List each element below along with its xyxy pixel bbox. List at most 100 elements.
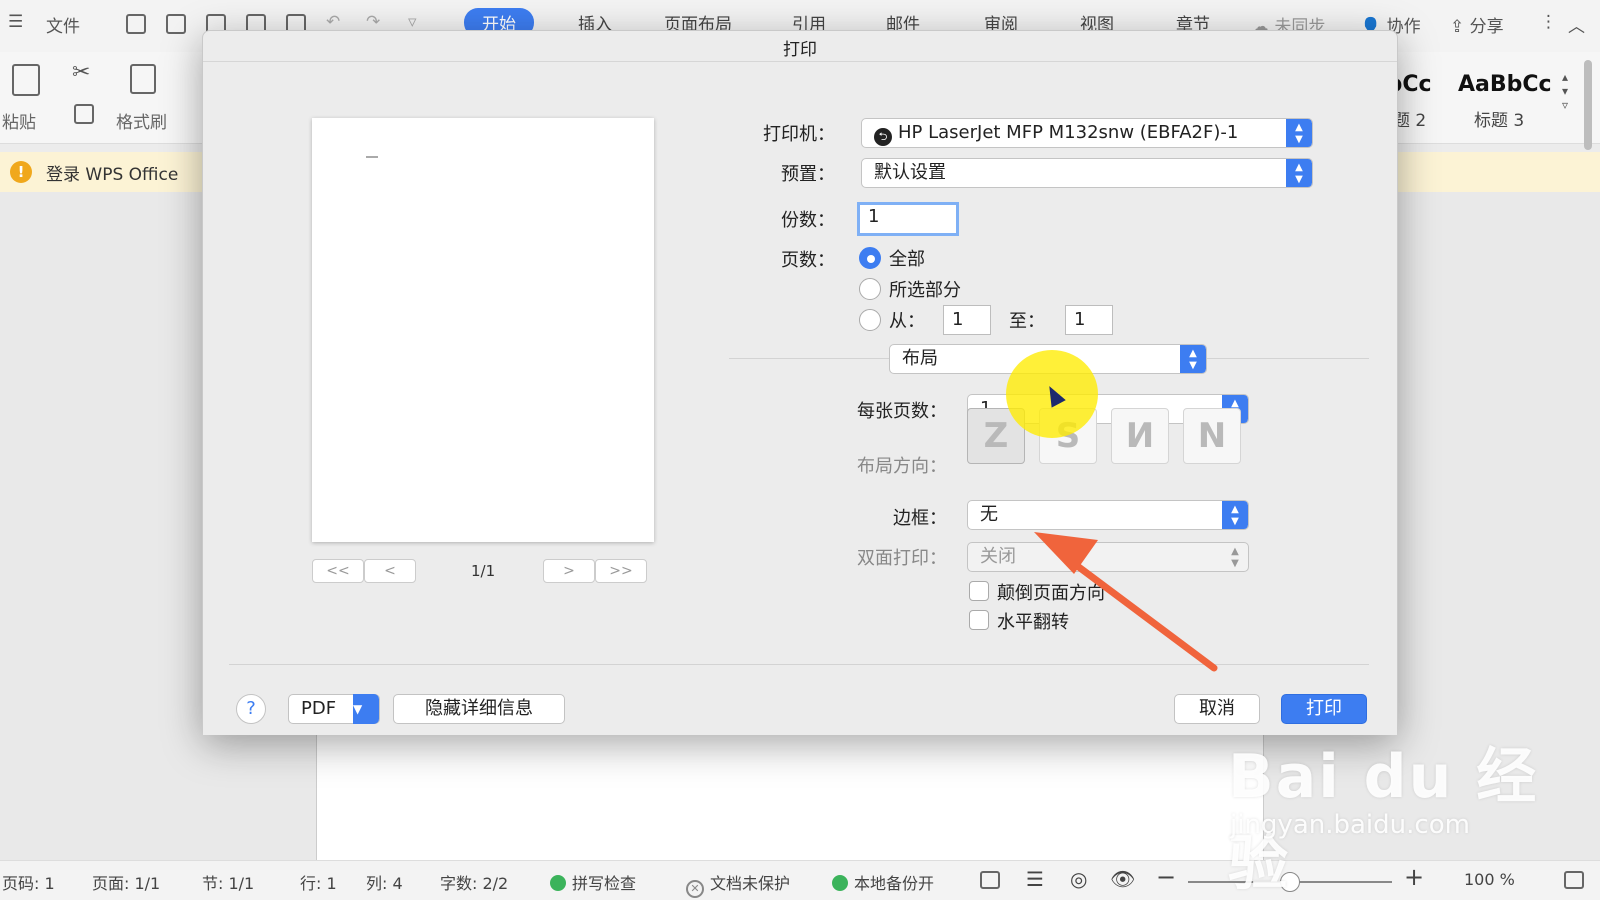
collapse-ribbon-icon[interactable]: ︿ xyxy=(1568,12,1585,37)
preset-select[interactable]: 默认设置 ▲ ▼ xyxy=(861,158,1313,188)
page-view-icon[interactable] xyxy=(980,871,1000,889)
duplex-value: 关闭 xyxy=(980,546,1016,567)
pages-to-input[interactable]: 1 xyxy=(1065,305,1113,335)
watermark-url: jingyan.baidu.com xyxy=(1230,810,1470,840)
pages-selection-radio[interactable] xyxy=(859,278,881,300)
print-button[interactable]: 打印 xyxy=(1281,694,1367,724)
pdf-menu-button[interactable]: PDF ▼ xyxy=(288,694,380,724)
share-button[interactable]: ⇪ 分享 xyxy=(1450,12,1504,37)
login-notice-text[interactable]: 登录 WPS Office xyxy=(46,160,178,185)
format-painter-label[interactable]: 格式刷 xyxy=(116,108,167,133)
cancel-button[interactable]: 取消 xyxy=(1174,694,1260,724)
spell-check-label: 拼写检查 xyxy=(572,874,637,893)
printer-select[interactable]: ⮌ HP LaserJet MFP M132snw (EBFA2F)-1 ▲ ▼ xyxy=(861,118,1313,148)
preview-prev-page-button[interactable]: < xyxy=(364,559,416,583)
style-sample-heading3[interactable]: AaBbCc xyxy=(1458,72,1552,97)
border-label: 边框： xyxy=(893,508,947,529)
outline-view-icon[interactable]: ☰ xyxy=(1026,867,1044,891)
status-column: 列: 4 xyxy=(366,874,403,893)
printer-label: 打印机： xyxy=(763,124,835,145)
pages-label: 页数： xyxy=(781,250,835,271)
warning-icon: ! xyxy=(10,161,32,183)
reverse-orientation-label[interactable]: 颠倒页面方向 xyxy=(997,579,1105,605)
share-label: 分享 xyxy=(1469,17,1504,37)
chevron-updown-icon: ▲▼ xyxy=(1222,501,1248,529)
dialog-title: 打印 xyxy=(783,40,817,60)
cut-icon[interactable]: ✂ xyxy=(72,60,90,85)
menu-file[interactable]: 文件 xyxy=(46,12,80,37)
save-icon[interactable] xyxy=(166,14,186,34)
footer-divider xyxy=(229,664,1369,665)
dialog-body: << < 1/1 > >> 打印机： ⮌ HP LaserJet MFP M132… xyxy=(203,61,1397,735)
more-dropdown-icon[interactable]: ▿ xyxy=(408,12,417,32)
preview-last-page-button[interactable]: >> xyxy=(595,559,647,583)
status-section: 节: 1/1 xyxy=(202,874,255,893)
ribbon-scrollbar-thumb[interactable] xyxy=(1584,60,1592,150)
styles-scroll-icon[interactable]: ▴ ▾ ▿ xyxy=(1562,70,1568,112)
backup-status-icon xyxy=(832,875,848,891)
preset-value: 默认设置 xyxy=(874,162,946,183)
layout-direction-label: 布局方向： xyxy=(857,456,947,477)
help-button[interactable]: ? xyxy=(236,694,266,724)
section-value: 布局 xyxy=(902,348,938,369)
style-name-heading3[interactable]: 标题 3 xyxy=(1474,106,1524,131)
web-view-icon[interactable]: ◎ xyxy=(1070,867,1087,891)
paste-icon[interactable] xyxy=(12,64,40,96)
pages-selection-label[interactable]: 所选部分 xyxy=(889,276,961,302)
local-backup-label: 本地备份开 xyxy=(854,874,935,893)
flip-horizontal-label[interactable]: 水平翻转 xyxy=(997,608,1069,634)
more-options-icon[interactable]: ⋮ xyxy=(1540,12,1557,32)
border-value: 无 xyxy=(980,504,998,525)
pages-from-input[interactable]: 1 xyxy=(943,305,991,335)
chevron-updown-icon: ▲▼ xyxy=(1180,345,1206,373)
preview-content-mark xyxy=(366,156,378,158)
zoom-out-icon[interactable]: − xyxy=(1156,863,1176,891)
layout-direction-reverse-n-button[interactable]: И xyxy=(1111,408,1169,464)
hide-details-button[interactable]: 隐藏详细信息 xyxy=(393,694,565,724)
pages-all-label[interactable]: 全部 xyxy=(889,245,925,271)
chevron-updown-icon: ▲▼ xyxy=(1286,159,1312,187)
format-painter-icon[interactable] xyxy=(130,64,156,94)
redo-icon[interactable]: ↷ xyxy=(366,12,380,32)
copy-icon[interactable] xyxy=(74,104,94,124)
copies-label: 份数： xyxy=(781,210,835,231)
chevron-down-icon: ▼ xyxy=(353,694,379,724)
printer-status-icon: ⮌ xyxy=(874,128,892,146)
chevron-updown-icon: ▲▼ xyxy=(1231,546,1239,569)
preview-next-page-button[interactable]: > xyxy=(543,559,595,583)
reverse-orientation-checkbox[interactable] xyxy=(969,581,989,601)
reading-view-icon[interactable]: 👁 xyxy=(1110,867,1135,891)
doc-protect-label: 文档未保护 xyxy=(710,874,791,893)
flip-horizontal-checkbox[interactable] xyxy=(969,610,989,630)
pages-range-radio[interactable] xyxy=(859,309,881,331)
print-dialog: 打印 << < 1/1 > >> 打印机： ⮌ HP LaserJet MFP M… xyxy=(202,30,1398,735)
status-word-count[interactable]: 字数: 2/2 xyxy=(440,870,508,894)
status-page-number: 页码: 1 xyxy=(2,874,55,893)
pages-from-label: 从： xyxy=(889,311,925,332)
preview-first-page-button[interactable]: << xyxy=(312,559,364,583)
preview-page-counter: 1/1 xyxy=(471,562,496,580)
layout-direction-n-button[interactable]: N xyxy=(1183,408,1241,464)
duplex-select[interactable]: 关闭 ▲ ▼ xyxy=(967,542,1249,572)
printer-value: HP LaserJet MFP M132snw (EBFA2F)-1 xyxy=(898,122,1239,143)
undo-icon[interactable]: ↶ xyxy=(326,12,340,32)
open-folder-icon[interactable] xyxy=(126,14,146,34)
pages-to-label: 至： xyxy=(1009,311,1045,332)
print-preview-page xyxy=(312,118,654,542)
preset-label: 预置： xyxy=(781,164,835,185)
status-page: 页面: 1/1 xyxy=(92,874,161,893)
spell-check-button[interactable]: 拼写检查 xyxy=(550,870,636,894)
pages-per-sheet-label: 每张页数： xyxy=(857,401,947,422)
status-row: 行: 1 xyxy=(300,874,337,893)
paste-label[interactable]: 粘贴 xyxy=(2,108,36,133)
doc-protect-button[interactable]: ✕ 文档未保护 xyxy=(686,870,790,898)
copies-input[interactable]: 1 xyxy=(857,202,959,236)
hamburger-menu-icon[interactable]: ☰ xyxy=(8,12,23,32)
pages-all-radio[interactable] xyxy=(859,247,881,269)
local-backup-button[interactable]: 本地备份开 xyxy=(832,870,934,894)
duplex-label: 双面打印： xyxy=(857,548,947,569)
chevron-updown-icon: ▲▼ xyxy=(1286,119,1312,147)
spell-check-status-icon xyxy=(550,875,566,891)
unprotected-icon: ✕ xyxy=(686,880,704,898)
border-select[interactable]: 无 ▲ ▼ xyxy=(967,500,1249,530)
